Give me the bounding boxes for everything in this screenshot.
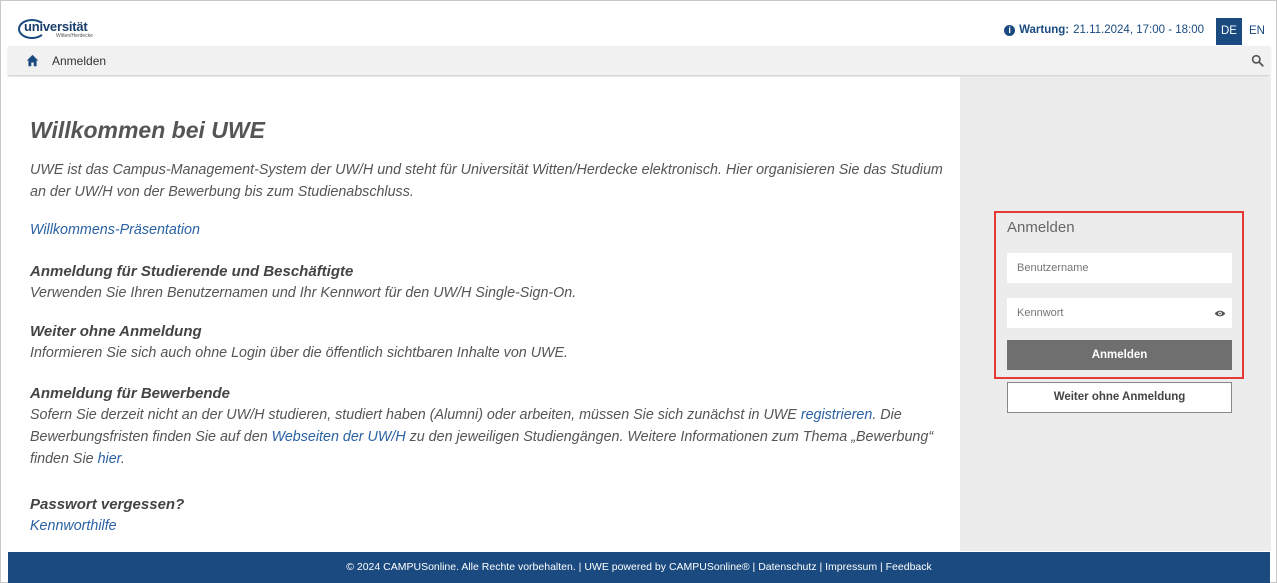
section-text: Verwenden Sie Ihren Benutzernamen und Ih… (30, 285, 577, 301)
footer-feedback-link[interactable]: Feedback (886, 561, 932, 573)
maintenance-notice: i Wartung: 21.11.2024, 17:00 - 18:00 (1004, 24, 1204, 36)
applicants-text-1: Sofern Sie derzeit nicht an der UW/H stu… (30, 407, 801, 423)
breadcrumb: Anmelden (8, 46, 1270, 76)
page-title: Willkommen bei UWE (30, 117, 265, 143)
home-icon[interactable] (26, 54, 39, 67)
search-icon[interactable] (1251, 54, 1264, 67)
here-link[interactable]: hier (98, 451, 121, 467)
maintenance-value: 21.11.2024, 17:00 - 18:00 (1073, 24, 1204, 36)
info-icon: i (1004, 24, 1016, 36)
section-applicants: Anmeldung für Bewerbende Sofern Sie derz… (30, 384, 950, 470)
language-en-button[interactable]: EN (1244, 18, 1270, 45)
top-bar: universität Witten/Herdecke i Wartung: 2… (8, 18, 1270, 45)
section-title: Weiter ohne Anmeldung (30, 323, 202, 340)
logo-subtext: Witten/Herdecke (56, 33, 93, 39)
password-help-link[interactable]: Kennworthilfe (30, 518, 117, 534)
section-staff-login: Anmeldung für Studierende und Beschäftig… (30, 262, 950, 304)
username-input[interactable] (1007, 253, 1232, 283)
login-button[interactable]: Anmelden (1007, 340, 1232, 370)
welcome-presentation-link[interactable]: Willkommens-Präsentation (30, 222, 200, 238)
section-text: Sofern Sie derzeit nicht an der UW/H stu… (30, 404, 950, 470)
footer-privacy-link[interactable]: Datenschutz (758, 561, 816, 573)
main-content: Willkommen bei UWE UWE ist das Campus-Ma… (8, 77, 960, 551)
footer: © 2024 CAMPUSonline. Alle Rechte vorbeha… (8, 552, 1270, 583)
section-text: Informieren Sie sich auch ohne Login übe… (30, 345, 569, 361)
show-password-icon[interactable] (1214, 309, 1226, 318)
section-title: Anmeldung für Studierende und Beschäftig… (30, 263, 354, 280)
footer-powered: UWE powered by CAMPUSonline® (584, 561, 750, 573)
university-logo[interactable]: universität Witten/Herdecke (18, 18, 138, 42)
applicants-text-4: . (120, 451, 125, 467)
section-guest: Weiter ohne Anmeldung Informieren Sie si… (30, 322, 950, 364)
side-panel: Anmelden Anmelden Weiter ohne Anmeldung (960, 77, 1271, 551)
intro-text: UWE ist das Campus-Management-System der… (30, 162, 943, 200)
maintenance-label: Wartung: (1019, 24, 1070, 36)
section-title: Passwort vergessen? (30, 496, 185, 513)
password-input[interactable] (1007, 298, 1232, 328)
section-title: Anmeldung für Bewerbende (30, 385, 231, 402)
continue-without-login-button[interactable]: Weiter ohne Anmeldung (1007, 382, 1232, 413)
logo-text: universität (24, 19, 88, 34)
language-de-button[interactable]: DE (1216, 18, 1242, 45)
footer-imprint-link[interactable]: Impressum (825, 561, 877, 573)
login-form: Anmelden Anmelden (994, 211, 1244, 379)
section-forgot-password: Passwort vergessen? Kennworthilfe (30, 495, 950, 537)
footer-copyright: © 2024 CAMPUSonline. Alle Rechte vorbeha… (346, 561, 576, 573)
login-title: Anmelden (1007, 219, 1075, 236)
register-link[interactable]: registrieren (801, 407, 873, 423)
uwh-websites-link[interactable]: Webseiten der UW/H (272, 429, 406, 445)
breadcrumb-current: Anmelden (52, 54, 107, 68)
